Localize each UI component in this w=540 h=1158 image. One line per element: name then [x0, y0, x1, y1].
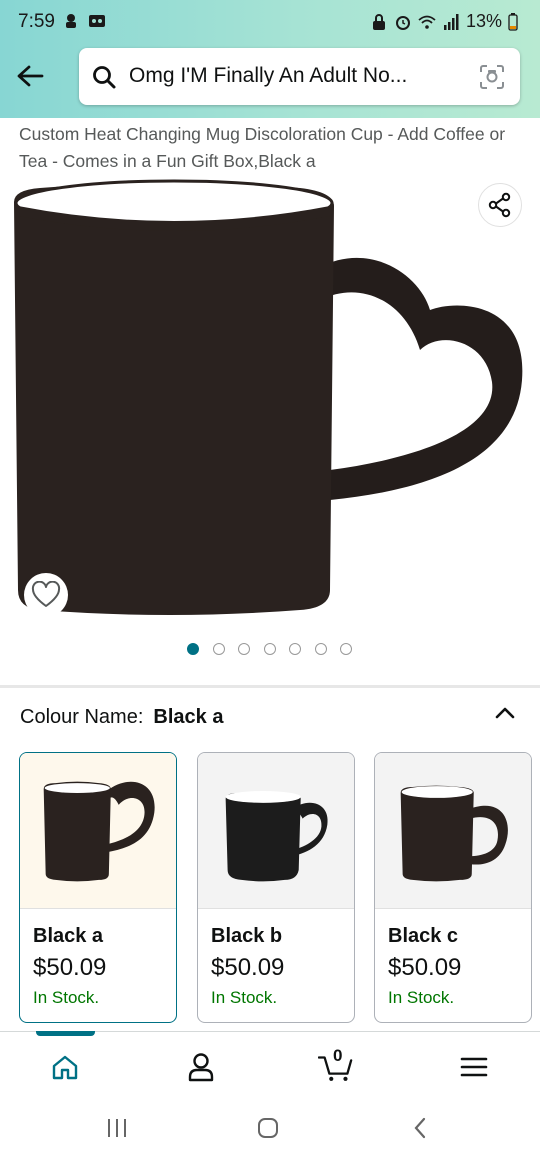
cart-count: 0: [333, 1046, 343, 1065]
swatch-black-a[interactable]: Black a $50.09 In Stock.: [19, 752, 177, 1023]
recent-apps-icon: [108, 1119, 126, 1137]
search-input[interactable]: Omg I'M Finally An Adult No...: [129, 64, 469, 88]
search-icon: [93, 66, 116, 89]
wifi-icon: [418, 15, 436, 29]
section-divider: [0, 685, 540, 688]
alarm-icon: [395, 15, 410, 30]
swatch-price: $50.09: [388, 954, 462, 981]
home-circle-icon: [258, 1118, 278, 1138]
swatch-black-b[interactable]: Black b $50.09 In Stock.: [197, 752, 355, 1023]
notification-icon: [66, 14, 76, 28]
nav-cart[interactable]: 0: [318, 1046, 354, 1084]
share-button[interactable]: [478, 183, 522, 227]
swatch-name: Black c: [388, 925, 459, 947]
swatch-stock: In Stock.: [388, 988, 455, 1007]
status-time: 7:59: [18, 11, 55, 32]
heart-icon: [31, 581, 61, 607]
nav-account[interactable]: [183, 1050, 219, 1084]
swatch-name: Black a: [33, 925, 104, 947]
product-title[interactable]: Custom Heat Changing Mug Discoloration C…: [19, 121, 519, 175]
status-bar: 7:59 13%: [0, 0, 540, 44]
back-system-button[interactable]: [406, 1115, 434, 1141]
battery-percent: 13%: [465, 11, 502, 31]
home-icon: [52, 1055, 78, 1080]
carousel-dot[interactable]: [187, 643, 199, 655]
share-icon: [488, 192, 511, 218]
swatch-name: Black b: [211, 925, 283, 947]
carousel-dot[interactable]: [289, 643, 301, 655]
nav-menu[interactable]: [456, 1050, 492, 1084]
swatch-image: [198, 753, 354, 909]
back-button[interactable]: [14, 60, 46, 92]
wishlist-button[interactable]: [24, 573, 68, 617]
carousel-dot[interactable]: [263, 643, 276, 655]
back-arrow-icon: [17, 65, 44, 87]
carousel-dot[interactable]: [340, 643, 352, 655]
nav-home[interactable]: [47, 1050, 83, 1084]
home-button[interactable]: [254, 1115, 282, 1141]
search-bar[interactable]: Omg I'M Finally An Adult No...: [79, 48, 520, 105]
colour-swatches: Black a $50.09 In Stock. Black b $50.09 …: [19, 752, 532, 1024]
carousel-dot[interactable]: [314, 643, 327, 655]
chevron-up-icon[interactable]: [492, 700, 518, 726]
active-tab-indicator: [36, 1031, 95, 1036]
system-nav-bar: [0, 1097, 540, 1158]
menu-icon: [460, 1057, 488, 1077]
swatch-image: [375, 753, 531, 909]
carousel-dot[interactable]: [212, 643, 225, 655]
swatch-price: $50.09: [211, 954, 285, 981]
chevron-left-icon: [414, 1117, 426, 1139]
image-carousel-dots: [187, 643, 352, 655]
battery-icon: [508, 12, 518, 31]
swatch-stock: In Stock.: [33, 988, 100, 1007]
header-bar: 7:59 13% Omg I'M Finally An Adult No...: [0, 0, 540, 118]
lock-icon: [372, 13, 385, 30]
swatch-black-c[interactable]: Black c $50.09 In Stock.: [374, 752, 532, 1023]
recent-apps-button[interactable]: [103, 1115, 131, 1141]
product-image[interactable]: [0, 176, 540, 636]
colour-label: Colour Name:: [20, 706, 144, 728]
bottom-nav: 0: [0, 1031, 540, 1097]
swatch-price: $50.09: [33, 954, 107, 981]
camera-search-icon[interactable]: [478, 63, 506, 91]
colour-selector-header[interactable]: Colour Name: Black a: [20, 706, 223, 729]
account-icon: [188, 1053, 214, 1082]
carousel-dot[interactable]: [238, 643, 250, 655]
colour-selected-value: Black a: [153, 706, 224, 728]
swatch-image: [20, 753, 176, 909]
voicemail-icon: [89, 15, 105, 27]
swatch-stock: In Stock.: [211, 988, 278, 1007]
signal-icon: [443, 13, 459, 30]
